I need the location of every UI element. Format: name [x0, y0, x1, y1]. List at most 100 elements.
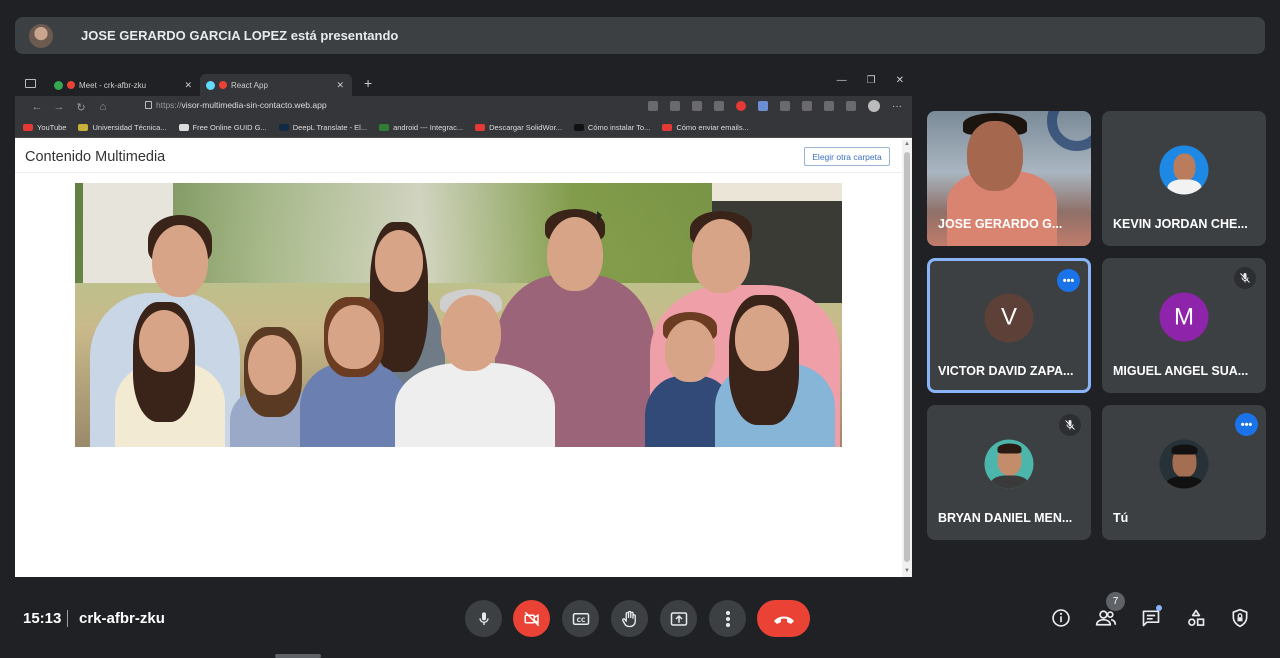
- favorite-icon[interactable]: [692, 101, 702, 111]
- mic-off-icon: [1059, 414, 1081, 436]
- new-tab-icon[interactable]: +: [364, 75, 372, 91]
- choose-folder-button[interactable]: Elegir otra carpeta: [804, 147, 890, 166]
- participant-avatar: [1159, 145, 1209, 195]
- react-favicon-icon: [206, 80, 215, 90]
- bookmark-item[interactable]: DeepL Translate - El...: [278, 123, 368, 132]
- present-button[interactable]: [660, 600, 697, 637]
- reload-icon[interactable]: ↻: [73, 101, 89, 114]
- bookmark-item[interactable]: android --- Integrac...: [379, 123, 463, 132]
- browser-tab-meet[interactable]: Meet - crk-afbr-zku ✕: [48, 74, 200, 96]
- chat-icon: [1142, 610, 1160, 627]
- scrollbar-thumb[interactable]: [904, 152, 910, 562]
- participant-name: JOSE GERARDO G...: [938, 217, 1063, 231]
- cast-icon[interactable]: [648, 101, 658, 111]
- participant-tile[interactable]: KEVIN JORDAN CHE...: [1102, 111, 1266, 246]
- window-menu-icon[interactable]: [25, 78, 36, 88]
- shapes-icon: [1188, 609, 1205, 626]
- speaking-indicator-icon: •••: [1235, 413, 1258, 436]
- activities-button[interactable]: [1182, 604, 1210, 632]
- raise-hand-button[interactable]: [611, 600, 648, 637]
- participant-avatar: V: [984, 293, 1034, 343]
- presenting-text: JOSE GERARDO GARCIA LOPEZ está presentan…: [81, 28, 399, 43]
- extension-puzzle-icon[interactable]: [802, 101, 812, 111]
- window-close-icon[interactable]: ✕: [896, 75, 904, 86]
- web-page: Contenido Multimedia Elegir otra carpeta: [15, 140, 912, 577]
- address-bar[interactable]: https://visor-multimedia-sin-contacto.we…: [145, 100, 327, 110]
- profile-icon[interactable]: [868, 100, 880, 112]
- mic-off-icon: [1234, 267, 1256, 289]
- header-divider: [15, 172, 902, 173]
- participant-avatar: M: [1159, 292, 1209, 342]
- bookmarks-bar: YouTube Universidad Técnica... Free Online…: [15, 118, 912, 138]
- bookmark-label: Free Online GUID G...: [192, 123, 267, 132]
- participant-avatar: [1159, 439, 1209, 489]
- leave-call-button[interactable]: [757, 600, 810, 637]
- participant-tile[interactable]: JOSE GERARDO G...: [927, 111, 1091, 246]
- hang-up-icon: [773, 616, 794, 624]
- bookmark-item[interactable]: Free Online GUID G...: [178, 123, 267, 132]
- bookmark-favicon-icon: [278, 124, 289, 131]
- url-protocol: https://: [156, 100, 182, 110]
- home-icon[interactable]: ⌂: [95, 101, 111, 113]
- back-icon[interactable]: ←: [29, 101, 45, 113]
- bookmark-item[interactable]: Universidad Técnica...: [78, 123, 167, 132]
- lock-icon: [145, 101, 152, 109]
- collections-icon[interactable]: [714, 101, 724, 111]
- tab-close-icon[interactable]: ✕: [336, 80, 344, 91]
- participant-name: Tú: [1113, 511, 1129, 525]
- captions-button[interactable]: CC: [562, 600, 599, 637]
- meeting-details-button[interactable]: [1047, 604, 1075, 632]
- participant-tile[interactable]: BRYAN DANIEL MEN...: [927, 405, 1091, 540]
- camera-button[interactable]: [513, 600, 550, 637]
- bookmark-favicon-icon: [78, 124, 89, 131]
- divider: [67, 610, 68, 627]
- extension-gear-icon[interactable]: [780, 101, 790, 111]
- mic-icon: [478, 611, 489, 625]
- more-options-button[interactable]: [709, 600, 746, 637]
- host-controls-button[interactable]: [1226, 604, 1254, 632]
- meeting-controls-bar: 15:13 crk-afbr-zku CC 7: [0, 590, 1280, 658]
- tab-label: React App: [231, 80, 268, 90]
- browser-tab-react[interactable]: React App ✕: [200, 74, 352, 96]
- history-icon[interactable]: [824, 101, 834, 111]
- bookmark-label: Universidad Técnica...: [92, 123, 167, 132]
- page-scrollbar[interactable]: ▲ ▼: [902, 140, 912, 577]
- chat-notification-dot: [1156, 605, 1162, 611]
- bookmark-item[interactable]: Cómo enviar emails...: [662, 123, 749, 132]
- meeting-time: 15:13: [23, 610, 62, 627]
- bookmark-favicon-icon: [475, 124, 486, 131]
- more-menu-icon[interactable]: ···: [892, 101, 902, 112]
- forward-icon[interactable]: →: [51, 101, 67, 113]
- participant-name: BRYAN DANIEL MEN...: [938, 511, 1073, 525]
- bookmark-label: Cómo instalar To...: [587, 123, 651, 132]
- bookmark-item[interactable]: Descargar SolidWor...: [475, 123, 562, 132]
- download-icon[interactable]: [846, 101, 856, 111]
- presenting-banner: JOSE GERARDO GARCIA LOPEZ está presentan…: [15, 17, 1265, 54]
- participant-name: MIGUEL ANGEL SUA...: [1113, 364, 1249, 378]
- tab-close-icon[interactable]: ✕: [184, 80, 192, 91]
- bookmark-favicon-icon: [23, 124, 33, 131]
- family-photo: [75, 183, 842, 447]
- scroll-down-icon[interactable]: ▼: [904, 568, 910, 574]
- participant-tile-self[interactable]: ••• Tú: [1102, 405, 1266, 540]
- info-icon: [1052, 609, 1070, 627]
- bookmark-label: Cómo enviar emails...: [676, 123, 749, 132]
- minimize-icon[interactable]: —: [837, 75, 847, 86]
- participant-tile[interactable]: M MIGUEL ANGEL SUA...: [1102, 258, 1266, 393]
- scroll-up-icon[interactable]: ▲: [904, 141, 910, 147]
- participant-avatar: [984, 439, 1034, 489]
- restore-icon[interactable]: ❐: [867, 75, 876, 86]
- participant-tile-speaking[interactable]: ••• V VICTOR DAVID ZAPA...: [927, 258, 1091, 393]
- extension-doc-icon[interactable]: [758, 101, 768, 111]
- meeting-code: crk-afbr-zku: [79, 610, 165, 627]
- microphone-button[interactable]: [465, 600, 502, 637]
- bookmark-item[interactable]: YouTube: [23, 123, 66, 132]
- bookmark-item[interactable]: Cómo instalar To...: [573, 123, 651, 132]
- translate-icon[interactable]: [670, 101, 680, 111]
- bookmark-label: DeepL Translate - El...: [292, 123, 368, 132]
- extension-red-icon[interactable]: [736, 101, 746, 111]
- url-host: visor-multimedia-sin-contacto.web.app: [181, 100, 327, 110]
- people-icon: [1095, 610, 1117, 626]
- bottom-scroll-indicator: [275, 654, 321, 658]
- mouse-cursor-icon: [597, 211, 602, 223]
